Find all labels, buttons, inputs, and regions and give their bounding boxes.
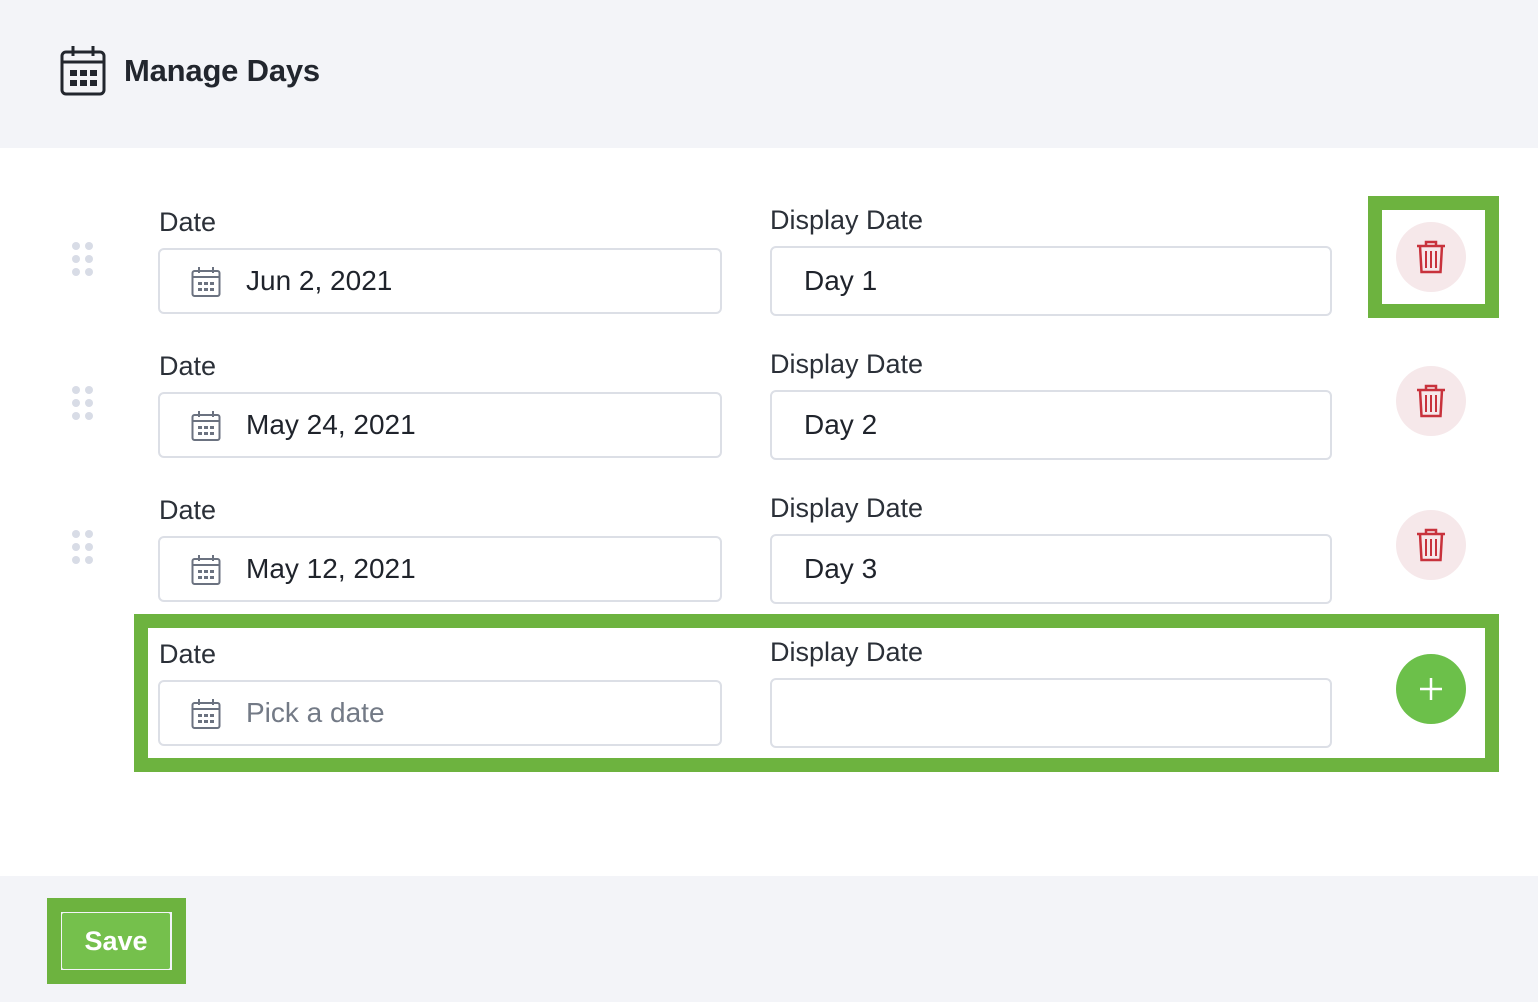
add-row-button[interactable] (1396, 654, 1466, 724)
trash-icon (1417, 240, 1445, 274)
display-date-label: Display Date (770, 637, 924, 667)
date-picker-input[interactable]: May 12, 2021 (158, 536, 722, 602)
date-label: Date (159, 351, 217, 381)
trash-icon (1417, 528, 1445, 562)
drag-handle-icon[interactable] (72, 242, 94, 276)
delete-row-button[interactable] (1396, 222, 1466, 292)
calendar-icon (60, 46, 106, 96)
delete-row-button[interactable] (1396, 366, 1466, 436)
page-header: Manage Days (0, 0, 1538, 148)
date-picker-input[interactable]: Jun 2, 2021 (158, 248, 722, 314)
save-button[interactable]: Save (62, 913, 170, 969)
trash-icon (1417, 384, 1445, 418)
day-row: Date Jun 2, 2021 Display Date Day 1 (0, 200, 1538, 330)
calendar-icon (191, 267, 221, 297)
display-date-input[interactable]: Day 2 (770, 390, 1332, 460)
display-date-input[interactable]: Day 1 (770, 246, 1332, 316)
page-title: Manage Days (124, 53, 320, 88)
date-value: Jun 2, 2021 (246, 265, 393, 296)
display-date-input[interactable] (770, 678, 1332, 748)
delete-row-button[interactable] (1396, 510, 1466, 580)
calendar-icon (191, 411, 221, 441)
display-date-input[interactable]: Day 3 (770, 534, 1332, 604)
date-label: Date (159, 207, 217, 237)
date-picker-input[interactable]: May 24, 2021 (158, 392, 722, 458)
day-row: Date May 24, 2021 Display Date Day 2 (0, 344, 1538, 474)
display-date-label: Display Date (770, 349, 924, 379)
day-row: Date May 12, 2021 Display Date Day 3 (0, 488, 1538, 618)
display-date-label: Display Date (770, 493, 924, 523)
date-label: Date (159, 495, 217, 525)
date-picker-input[interactable]: Pick a date (158, 680, 722, 746)
drag-handle-icon[interactable] (72, 530, 94, 564)
calendar-icon (191, 699, 221, 729)
drag-handle-icon[interactable] (72, 386, 94, 420)
new-day-row: Date Pick a date Display Date (0, 632, 1538, 762)
page-footer (0, 876, 1538, 1002)
date-placeholder: Pick a date (246, 697, 385, 728)
date-value: May 12, 2021 (246, 553, 416, 584)
date-value: May 24, 2021 (246, 409, 416, 440)
display-date-label: Display Date (770, 205, 924, 235)
date-label: Date (159, 639, 217, 669)
calendar-icon (191, 555, 221, 585)
plus-icon (1420, 678, 1442, 700)
